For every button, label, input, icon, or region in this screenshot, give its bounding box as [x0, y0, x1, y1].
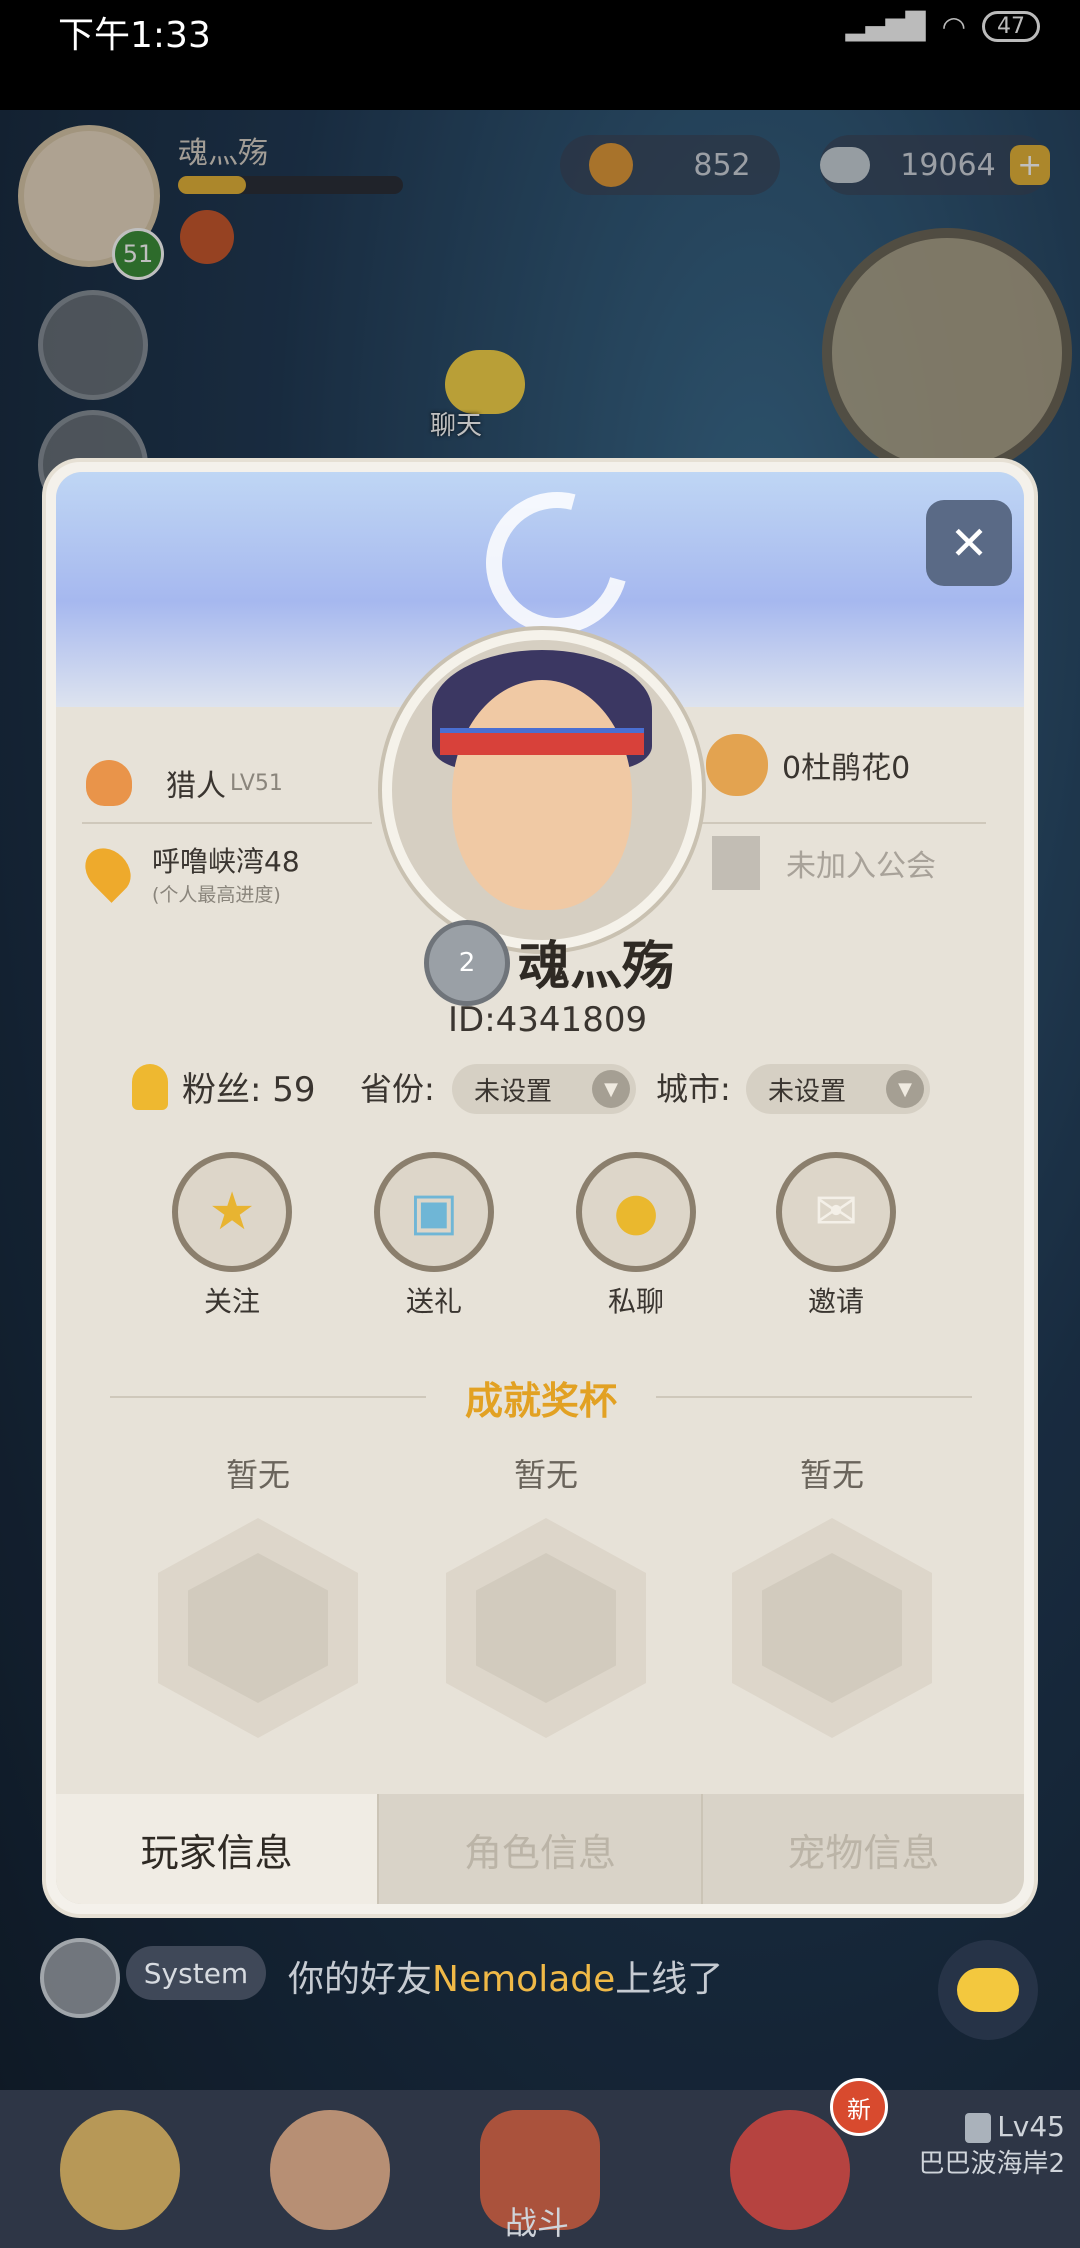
guild-flag-icon [712, 836, 760, 890]
fans-row: 粉丝: 59 [132, 1062, 316, 1111]
system-avatar [40, 1938, 120, 2018]
invite-label: 邀请 [807, 1285, 864, 1318]
city-value: 未设置 [768, 1076, 847, 1107]
new-badge: 新 [830, 2078, 888, 2136]
city-select[interactable]: 未设置 ▼ [746, 1064, 930, 1114]
locked-level: Lv45 [997, 2110, 1065, 2143]
private-chat-label: 私聊 [607, 1285, 664, 1318]
achievement-divider-right [656, 1396, 972, 1398]
progress-row: 呼噜峡湾48 (个人最高进度) [76, 839, 300, 907]
locked-stage-name: 巴巴波海岸2 [918, 2149, 1065, 2179]
class-label: 猎人 [166, 769, 226, 804]
trophy-slot-1 [158, 1518, 358, 1738]
left-divider [82, 822, 372, 824]
flame-icon [86, 760, 132, 806]
guild-label: 未加入公会 [786, 849, 936, 884]
chat-bubble-icon [957, 1968, 1019, 2012]
tab-player-info[interactable]: 玩家信息 [56, 1794, 380, 1904]
wifi-icon: ◠ [941, 10, 966, 43]
player-info-dialog: ✕ 猎人 LV51 呼噜峡湾48 (个人最高进度) 0杜鹃花0 未加入公会 2 … [46, 462, 1034, 1914]
chevron-down-icon: ▼ [592, 1070, 630, 1108]
nav-slot-2[interactable] [230, 2090, 430, 2248]
player-portrait [382, 630, 702, 950]
action-invite[interactable]: ✉ 邀请 [776, 1152, 896, 1320]
chevron-down-icon: ▼ [886, 1070, 924, 1108]
action-gift[interactable]: ▣ 送礼 [374, 1152, 494, 1320]
location-pin-icon [76, 839, 140, 903]
open-chat-button[interactable] [938, 1940, 1038, 2040]
gift-icon[interactable]: ▣ [374, 1152, 494, 1272]
couple-icon [706, 734, 768, 796]
trophy-label: 暂无 [225, 1456, 290, 1494]
system-message-suffix: 上线了 [615, 1959, 724, 2000]
system-message-prefix: 你的好友 [288, 1959, 433, 2000]
signal-icon: ▂▄▆█ [845, 11, 926, 42]
right-divider [696, 822, 986, 824]
trophy-label: 暂无 [799, 1456, 864, 1494]
player-name: 魂灬殇 [518, 937, 675, 997]
close-button[interactable]: ✕ [926, 500, 1012, 586]
province-label: 省份: [360, 1070, 435, 1108]
city-label: 城市: [656, 1070, 731, 1108]
achievement-divider-left [110, 1396, 426, 1398]
battery-icon: 47 [982, 11, 1040, 42]
system-tag: System [126, 1946, 266, 2000]
chat-icon[interactable]: ● [576, 1152, 696, 1272]
trophy-slot-3 [732, 1518, 932, 1738]
status-time: 下午1:33 [58, 15, 211, 56]
tab-character-info[interactable]: 角色信息 [379, 1794, 703, 1904]
action-private-chat[interactable]: ● 私聊 [576, 1152, 696, 1320]
dialog-tabs: 玩家信息 角色信息 宠物信息 [56, 1794, 1024, 1904]
lock-icon [965, 2113, 992, 2143]
fan-person-icon [132, 1063, 168, 1110]
hero-icon [270, 2110, 390, 2230]
star-icon[interactable]: ★ [172, 1152, 292, 1272]
dialog-body: ✕ 猎人 LV51 呼噜峡湾48 (个人最高进度) 0杜鹃花0 未加入公会 2 … [56, 472, 1024, 1904]
progress-label: 呼噜峡湾48 [152, 845, 300, 878]
guild-row: 未加入公会 [712, 836, 936, 890]
portrait-headband [440, 728, 644, 755]
class-level: LV51 [230, 770, 283, 796]
province-select[interactable]: 未设置 ▼ [452, 1064, 636, 1114]
battle-label: 战斗 [505, 2204, 570, 2242]
nav-slot-1[interactable] [20, 2090, 220, 2248]
partner-row: 0杜鹃花0 [706, 734, 910, 796]
progress-sub: (个人最高进度) [152, 884, 281, 906]
mail-icon[interactable]: ✉ [776, 1152, 896, 1272]
province-value: 未设置 [474, 1076, 553, 1107]
portrait-face [452, 680, 632, 910]
partner-label: 0杜鹃花0 [782, 751, 911, 786]
follow-label: 关注 [203, 1285, 260, 1318]
rank-badge-icon: 2 [424, 920, 510, 1006]
pet-icon [730, 2110, 850, 2230]
action-follow[interactable]: ★ 关注 [172, 1152, 292, 1320]
system-message-friend: Nemolade [432, 1959, 616, 2000]
class-row: 猎人 LV51 [86, 760, 283, 806]
beast-icon [60, 2110, 180, 2230]
gift-label: 送礼 [405, 1285, 462, 1318]
locked-stage[interactable]: Lv45 巴巴波海岸2 [905, 2110, 1065, 2180]
fans-count: 粉丝: 59 [182, 1070, 316, 1110]
trophy-label: 暂无 [513, 1456, 578, 1494]
tab-pet-info[interactable]: 宠物信息 [703, 1794, 1024, 1904]
system-message: 你的好友Nemolade上线了 [288, 1950, 723, 2002]
player-id: ID:4341809 [448, 1000, 648, 1040]
status-icons: ▂▄▆█ ◠ 47 [846, 10, 1040, 43]
trophy-slot-2 [446, 1518, 646, 1738]
achievement-title: 成就奖杯 [464, 1379, 617, 1423]
status-bar: 下午1:33 ▂▄▆█ ◠ 47 [0, 0, 1080, 110]
